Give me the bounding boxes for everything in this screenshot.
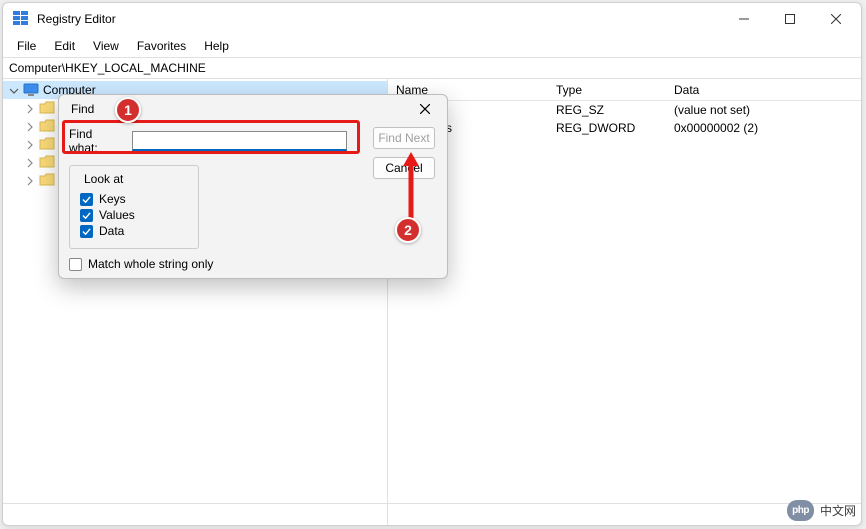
dialog-close-button[interactable]	[411, 98, 439, 120]
cell-type: REG_DWORD	[548, 121, 666, 135]
chevron-down-icon[interactable]	[9, 85, 19, 95]
menu-edit[interactable]: Edit	[46, 37, 83, 55]
checkbox-data[interactable]	[80, 225, 93, 238]
checkbox-match-whole-row[interactable]: Match whole string only	[69, 257, 437, 271]
menu-file[interactable]: File	[9, 37, 44, 55]
window-controls	[721, 3, 859, 35]
cell-data: (value not set)	[666, 103, 861, 117]
col-header-type[interactable]: Type	[548, 83, 666, 97]
menu-view[interactable]: View	[85, 37, 127, 55]
checkbox-keys[interactable]	[80, 193, 93, 206]
menubar: File Edit View Favorites Help	[3, 35, 861, 57]
cell-data: 0x00000002 (2)	[666, 121, 861, 135]
watermark-badge: php	[787, 500, 814, 521]
dialog-body: Find what: Find Next Cancel Look at Keys…	[59, 123, 447, 283]
checkbox-values-label: Values	[99, 208, 135, 222]
folder-icon	[39, 101, 55, 115]
dialog-titlebar: Find	[59, 95, 447, 123]
address-input[interactable]	[9, 61, 855, 75]
checkbox-data-label: Data	[99, 224, 124, 238]
chevron-right-icon[interactable]	[25, 103, 35, 113]
statusbar	[3, 503, 861, 525]
watermark: php 中文网	[787, 500, 856, 521]
checkbox-data-row[interactable]: Data	[80, 224, 188, 238]
find-what-label: Find what:	[69, 127, 124, 155]
find-dialog: Find Find what: Find Next Cancel Look at…	[58, 94, 448, 279]
checkbox-keys-row[interactable]: Keys	[80, 192, 188, 206]
checkbox-values[interactable]	[80, 209, 93, 222]
look-at-group: Look at Keys Values Data	[69, 165, 199, 249]
list-pane: Name Type Data REG_SZ (value not set) ow…	[388, 79, 861, 503]
chevron-right-icon[interactable]	[25, 121, 35, 131]
menu-help[interactable]: Help	[196, 37, 237, 55]
chevron-right-icon[interactable]	[25, 157, 35, 167]
col-header-data[interactable]: Data	[666, 83, 861, 97]
find-what-input[interactable]	[132, 131, 347, 151]
app-icon	[13, 11, 29, 27]
computer-icon	[23, 83, 39, 97]
cell-type: REG_SZ	[548, 103, 666, 117]
cancel-button[interactable]: Cancel	[373, 157, 435, 179]
list-header: Name Type Data	[388, 79, 861, 101]
close-button[interactable]	[813, 3, 859, 35]
address-bar	[3, 57, 861, 79]
minimize-button[interactable]	[721, 3, 767, 35]
list-row[interactable]: ownStatus REG_DWORD 0x00000002 (2)	[388, 119, 861, 137]
watermark-text: 中文网	[820, 502, 856, 519]
maximize-button[interactable]	[767, 3, 813, 35]
list-row[interactable]: REG_SZ (value not set)	[388, 101, 861, 119]
look-at-legend: Look at	[80, 172, 127, 186]
window-title: Registry Editor	[37, 12, 721, 26]
folder-icon	[39, 119, 55, 133]
titlebar: Registry Editor	[3, 3, 861, 35]
checkbox-match-whole[interactable]	[69, 258, 82, 271]
find-next-button[interactable]: Find Next	[373, 127, 435, 149]
checkbox-values-row[interactable]: Values	[80, 208, 188, 222]
checkbox-keys-label: Keys	[99, 192, 126, 206]
folder-icon	[39, 173, 55, 187]
folder-icon	[39, 155, 55, 169]
status-left	[3, 504, 388, 525]
dialog-title: Find	[71, 102, 411, 116]
chevron-right-icon[interactable]	[25, 139, 35, 149]
folder-icon	[39, 137, 55, 151]
menu-favorites[interactable]: Favorites	[129, 37, 194, 55]
checkbox-match-whole-label: Match whole string only	[88, 257, 213, 271]
list-body[interactable]: REG_SZ (value not set) ownStatus REG_DWO…	[388, 101, 861, 503]
chevron-right-icon[interactable]	[25, 175, 35, 185]
